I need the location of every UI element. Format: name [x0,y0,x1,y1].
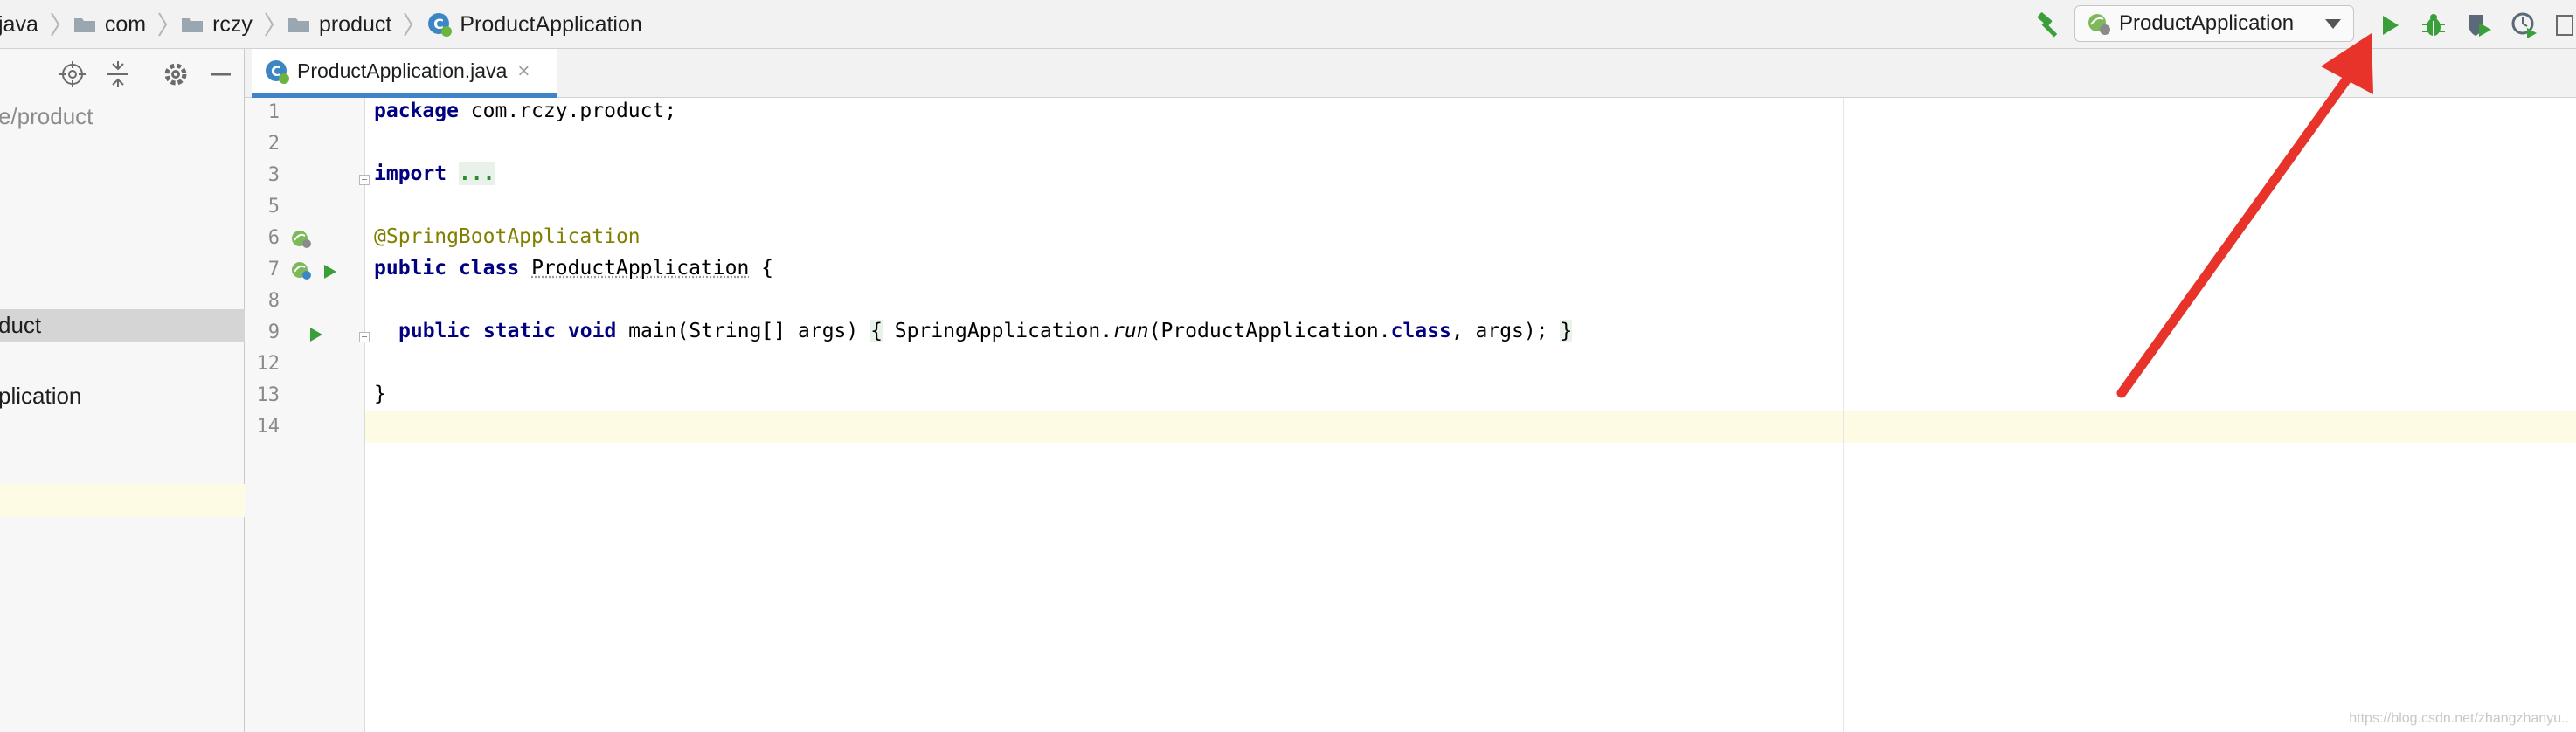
tree-item-label: duct [0,312,42,338]
line-number: 9 [267,321,280,343]
line-number: 6 [267,227,280,249]
caret-line-highlight [245,411,2576,443]
editor-gutter [245,98,365,732]
line-number: 14 [256,416,280,438]
run-configuration-dropdown[interactable]: ProductApplication [2074,5,2354,42]
editor-tab-strip: C ProductApplication.java × [245,49,2576,98]
code-line-9: public static void main(String[] args) {… [398,320,1573,342]
watermark-text: https://blog.csdn.net/zhangzhanyu.. [2349,711,2569,726]
line-number: 13 [256,384,280,406]
code-line-13: } [374,383,386,405]
folded-imports[interactable]: ... [458,162,495,185]
coverage-button[interactable] [2464,10,2494,40]
code-line-3: import ... [374,162,495,185]
close-icon[interactable]: × [517,60,530,82]
locate-file-icon[interactable] [58,59,87,89]
breadcrumb-item-java[interactable]: java [0,12,38,38]
build-hammer-icon[interactable] [2034,10,2064,40]
line-number: 3 [267,164,280,186]
project-panel-toolbar [0,49,245,98]
code-line-6: @SpringBootApplication [374,225,641,248]
spring-bean-icon[interactable] [290,227,313,250]
profile-button[interactable] [2510,10,2539,40]
line-number: 12 [256,353,280,375]
folder-icon [73,16,96,33]
line-number: 1 [267,101,280,123]
breadcrumb-item-product[interactable]: product [287,12,391,38]
code-line-7: public class ProductApplication { [374,257,774,280]
collapse-all-icon[interactable] [103,59,133,89]
breadcrumb-separator-icon [156,11,169,38]
folder-icon [181,16,204,33]
breadcrumb: java com rczy product C ProductApplicati… [0,0,642,49]
tree-item-label[interactable]: plication [0,383,81,410]
more-actions-icon[interactable] [2555,10,2576,40]
run-gutter-icon[interactable] [318,260,341,283]
breadcrumb-item-productapplication[interactable]: C ProductApplication [426,11,642,38]
navigation-bar: java com rczy product C ProductApplicati… [0,0,2576,49]
fold-marker-icon[interactable] [359,175,370,185]
tree-row-highlight [0,484,245,517]
spring-class-icon: C [264,59,290,85]
tree-row-selected[interactable]: duct [0,309,245,342]
line-number: 7 [267,259,280,280]
gear-icon[interactable] [161,59,190,89]
breadcrumb-item-rczy[interactable]: rczy [181,12,253,38]
run-toolbar: ProductApplication [2034,0,2576,49]
minimize-icon[interactable] [206,59,236,89]
right-margin-guide [1843,98,1844,732]
spring-class-icon: C [426,11,453,38]
spring-bean-icon[interactable] [290,259,313,281]
run-gutter-icon[interactable] [304,323,327,346]
spring-boot-config-icon [2086,10,2112,37]
breadcrumb-item-com[interactable]: com [73,12,146,38]
breadcrumb-separator-icon [402,11,414,38]
fold-marker-icon[interactable] [359,332,370,342]
folder-icon [287,16,310,33]
line-number: 5 [267,196,280,218]
tab-productapplication-java[interactable]: C ProductApplication.java × [252,49,557,98]
code-editor[interactable]: 1 2 3 5 6 7 8 9 12 13 14 package com.rcz… [245,98,2576,732]
line-number: 8 [267,290,280,312]
code-line-1: package com.rczy.product; [374,100,677,122]
run-button[interactable] [2375,10,2405,40]
breadcrumb-separator-icon [263,11,275,38]
project-path-label: e/product [0,103,93,129]
project-panel: e/product duct plication [0,49,245,732]
chevron-down-icon [2325,18,2341,29]
debug-button[interactable] [2419,10,2448,40]
breadcrumb-separator-icon [49,11,61,38]
line-number: 2 [267,133,280,155]
